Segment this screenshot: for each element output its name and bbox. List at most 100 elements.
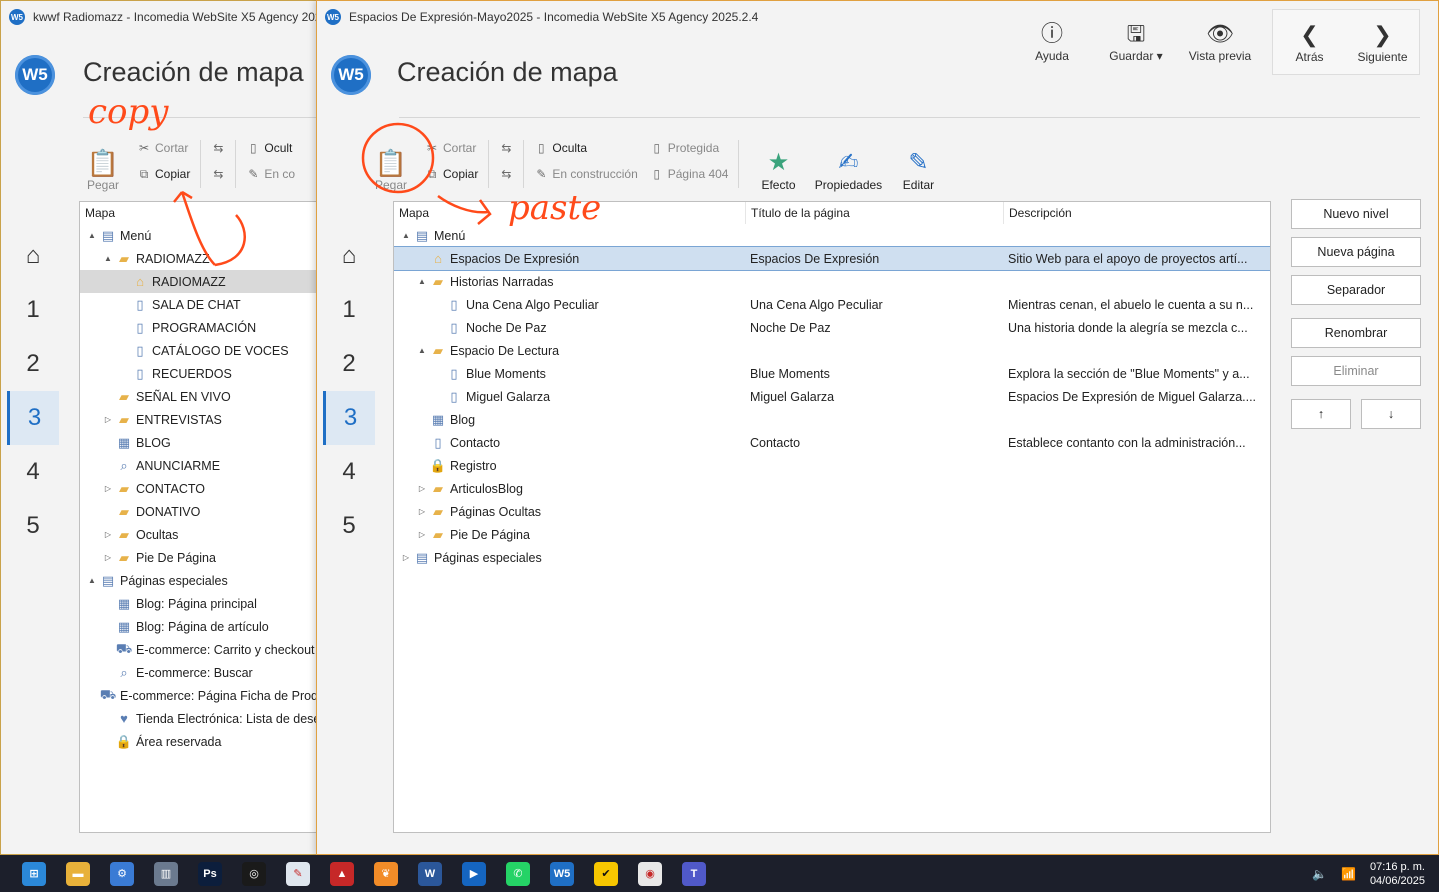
help-button[interactable]: ⓘ Ayuda xyxy=(1010,9,1094,73)
back-cut-button[interactable]: ✂ Cortar xyxy=(137,138,190,158)
pdf-taskbar-icon[interactable]: ▲ xyxy=(320,855,364,892)
tree-row[interactable]: ▷ ▰ Páginas Ocultas xyxy=(394,500,1270,523)
protected-button[interactable]: ▯ Protegida xyxy=(650,138,729,158)
library-taskbar-icon[interactable]: ▥ xyxy=(144,855,188,892)
new-level-button[interactable]: Nuevo nivel xyxy=(1291,199,1421,229)
expand-toggle-icon[interactable]: ▲ xyxy=(414,277,430,286)
back-tree-panel[interactable]: Mapa ▲ ▤ Menú ▲ ▰ RADIOMAZZ ⌂ RADIOMAZZ ▯ SALA DE… xyxy=(79,201,319,833)
fruity-taskbar-icon[interactable]: ❦ xyxy=(364,855,408,892)
expand-toggle-icon[interactable]: ▲ xyxy=(100,254,116,263)
tree-row[interactable]: ▦ BLOG xyxy=(80,431,319,454)
tree-row[interactable]: 🔒 Registro xyxy=(394,454,1270,477)
step-home[interactable]: ⌂ xyxy=(323,229,375,283)
tree-row[interactable]: ▯ SALA DE CHAT xyxy=(80,293,319,316)
expand-toggle-icon[interactable]: ▷ xyxy=(414,507,430,516)
store-taskbar-icon[interactable]: ▶ xyxy=(452,855,496,892)
front-tree-panel[interactable]: Mapa Título de la página Descripción ▲ ▤ M… xyxy=(393,201,1271,833)
tree-row[interactable]: ▷ ▤ Páginas especiales xyxy=(394,546,1270,569)
word-taskbar-icon[interactable]: W xyxy=(408,855,452,892)
chrome-taskbar-icon[interactable]: ◉ xyxy=(628,855,672,892)
properties-button[interactable]: ✍ Propiedades xyxy=(813,136,883,192)
tree-row[interactable]: ▲ ▤ Páginas especiales xyxy=(80,569,319,592)
next-button[interactable]: ❯ Siguiente xyxy=(1346,10,1419,74)
effect-button[interactable]: ★ Efecto xyxy=(743,136,813,192)
expand-toggle-icon[interactable]: ▷ xyxy=(100,484,116,493)
media-taskbar-icon[interactable]: ◎ xyxy=(232,855,276,892)
tree-row[interactable]: ▦ Blog: Página principal xyxy=(80,592,319,615)
step-5[interactable]: 5 xyxy=(323,499,375,553)
separator-button[interactable]: Separador xyxy=(1291,275,1421,305)
tree-row[interactable]: ▲ ▰ Espacio De Lectura xyxy=(394,339,1270,362)
step-4[interactable]: 4 xyxy=(323,445,375,499)
tree-row[interactable]: ⛟ E-commerce: Carrito y checkout xyxy=(80,638,319,661)
tree-row[interactable]: ▦ Blog: Página de artículo xyxy=(80,615,319,638)
back-copy-button[interactable]: ⧉ Copiar xyxy=(137,164,191,184)
paint-taskbar-icon[interactable]: ✎ xyxy=(276,855,320,892)
rename-button[interactable]: Renombrar xyxy=(1291,318,1421,348)
volume-icon[interactable]: 🔈 xyxy=(1312,867,1327,881)
expand-toggle-icon[interactable]: ▷ xyxy=(100,530,116,539)
expand-toggle-icon[interactable]: ▲ xyxy=(414,346,430,355)
tree-row[interactable]: ▷ ▰ ENTREVISTAS xyxy=(80,408,319,431)
websitex5-taskbar-icon[interactable]: W5 xyxy=(540,855,584,892)
tree-row[interactable]: ⌂ RADIOMAZZ xyxy=(80,270,319,293)
tree-row[interactable]: ▦ Blog xyxy=(394,408,1270,431)
preview-button[interactable]: 👁 Vista previa xyxy=(1178,9,1262,73)
expand-toggle-icon[interactable]: ▷ xyxy=(100,415,116,424)
move-out-button[interactable]: ⇆ xyxy=(499,164,513,184)
whatsapp-taskbar-icon[interactable]: ✆ xyxy=(496,855,540,892)
tree-row[interactable]: ▲ ▤ Menú xyxy=(80,224,319,247)
col-desc[interactable]: Descripción xyxy=(1004,202,1270,224)
paste-button[interactable]: 📋 Pegar xyxy=(363,136,419,192)
expand-toggle-icon[interactable]: ▷ xyxy=(100,553,116,562)
expand-toggle-icon[interactable]: ▷ xyxy=(414,530,430,539)
delete-button[interactable]: Eliminar xyxy=(1291,356,1421,386)
back-step-2[interactable]: 2 xyxy=(7,337,59,391)
photoshop-taskbar-icon[interactable]: Ps xyxy=(188,855,232,892)
back-step-3[interactable]: 3 xyxy=(7,391,59,445)
back-paste-button[interactable]: 📋 Pegar xyxy=(75,136,131,192)
tree-row[interactable]: ▰ DONATIVO xyxy=(80,500,319,523)
move-up-button[interactable]: ↑ xyxy=(1291,399,1351,429)
tree-row[interactable]: ⛟ E-commerce: Página Ficha de Producto xyxy=(80,684,319,707)
back-step-5[interactable]: 5 xyxy=(7,499,59,553)
tree-row[interactable]: ⌕ E-commerce: Buscar xyxy=(80,661,319,684)
new-page-button[interactable]: Nueva página xyxy=(1291,237,1421,267)
back-step-1[interactable]: 1 xyxy=(7,283,59,337)
cut-button[interactable]: ✂ Cortar xyxy=(425,138,478,158)
expand-toggle-icon[interactable]: ▲ xyxy=(398,231,414,240)
tree-row[interactable]: ♥ Tienda Electrónica: Lista de deseos xyxy=(80,707,319,730)
tree-row[interactable]: ▯ Contacto Contacto Establece contanto con … xyxy=(394,431,1270,454)
expand-toggle-icon[interactable]: ▷ xyxy=(414,484,430,493)
tree-row[interactable]: ▯ Miguel Galarza Miguel Galarza Espacios De… xyxy=(394,385,1270,408)
tree-row[interactable]: ▷ ▰ ArticulosBlog xyxy=(394,477,1270,500)
tree-row[interactable]: ▯ RECUERDOS xyxy=(80,362,319,385)
tree-row[interactable]: ▷ ▰ Pie De Página xyxy=(394,523,1270,546)
tree-row[interactable]: ▰ SEÑAL EN VIVO xyxy=(80,385,319,408)
move-down-button[interactable]: ↓ xyxy=(1361,399,1421,429)
tree-row[interactable]: ▯ PROGRAMACIÓN xyxy=(80,316,319,339)
step-3[interactable]: 3 xyxy=(323,391,375,445)
step-2[interactable]: 2 xyxy=(323,337,375,391)
step-1[interactable]: 1 xyxy=(323,283,375,337)
edit-button[interactable]: ✎ Editar xyxy=(883,136,953,192)
tree-row[interactable]: ▯ Noche De Paz Noche De Paz Una historia do… xyxy=(394,316,1270,339)
back-move-icon-2[interactable]: ⇆ xyxy=(211,164,225,184)
construction-button[interactable]: ✎ En construcción xyxy=(534,164,637,184)
tree-row[interactable]: ▷ ▰ Ocultas xyxy=(80,523,319,546)
expand-toggle-icon[interactable]: ▷ xyxy=(398,553,414,562)
back-button[interactable]: ❮ Atrás xyxy=(1273,10,1346,74)
back-hidden-button[interactable]: ▯ Ocult xyxy=(246,138,295,158)
tree-row[interactable]: ▯ Una Cena Algo Peculiar Una Cena Algo Pec… xyxy=(394,293,1270,316)
tree-row[interactable]: ⌂ Espacios De Expresión Espacios De Expres… xyxy=(394,246,1270,271)
clock[interactable]: 07:16 p. m. 04/06/2025 xyxy=(1370,860,1425,888)
tree-row[interactable]: ▷ ▰ Pie De Página xyxy=(80,546,319,569)
tree-row[interactable]: ▯ Blue Moments Blue Moments Explora la secc… xyxy=(394,362,1270,385)
move-in-button[interactable]: ⇆ xyxy=(499,138,513,158)
norton-taskbar-icon[interactable]: ✔ xyxy=(584,855,628,892)
back-step-home[interactable]: ⌂ xyxy=(7,229,59,283)
control-panel-taskbar-icon[interactable]: ⚙ xyxy=(100,855,144,892)
tree-row[interactable]: ▲ ▰ Historias Narradas xyxy=(394,270,1270,293)
tree-row[interactable]: ▲ ▰ RADIOMAZZ xyxy=(80,247,319,270)
back-move-icon-1[interactable]: ⇆ xyxy=(211,138,225,158)
